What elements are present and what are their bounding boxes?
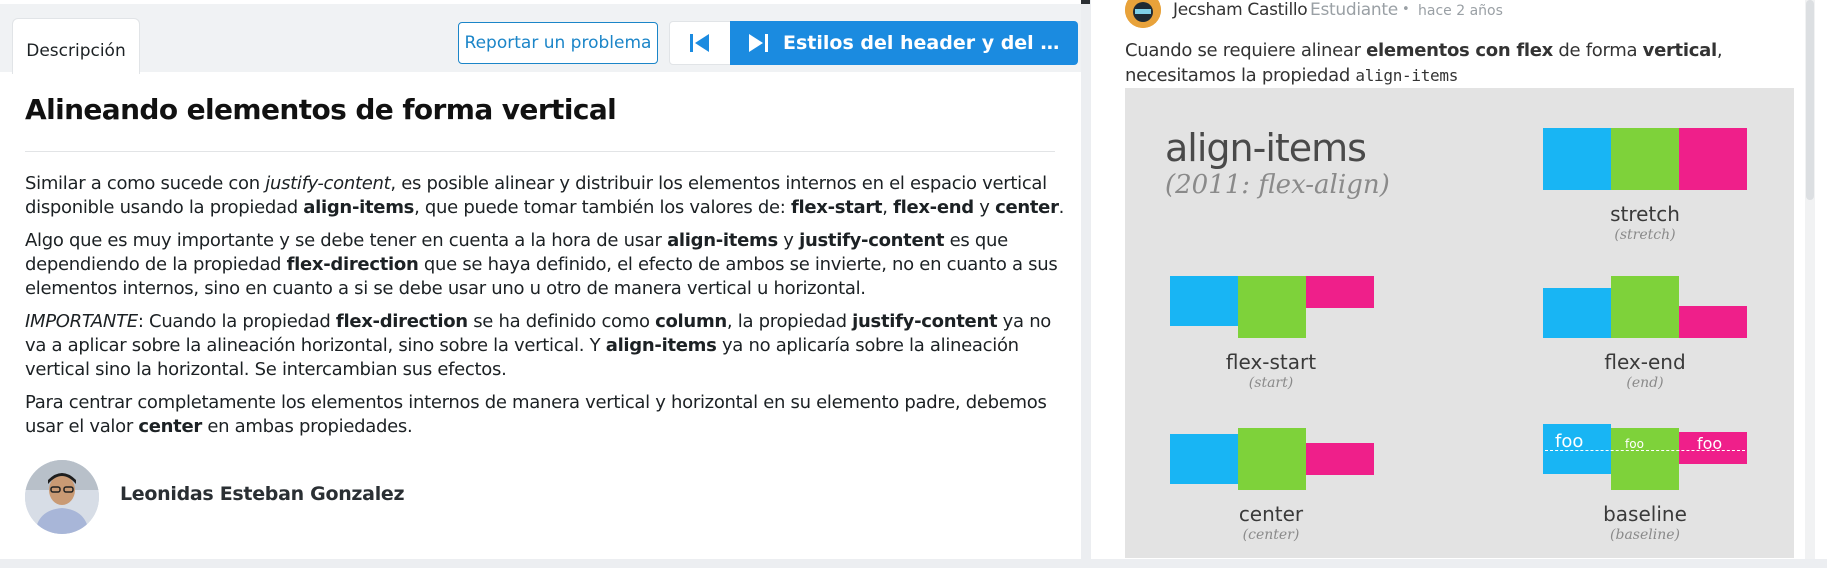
bold-text: center [138, 416, 202, 437]
tab-descripcion[interactable]: Descripción [12, 18, 140, 74]
bold-text: column [655, 311, 727, 332]
caption-sub: (baseline) [1610, 527, 1680, 543]
text-run: , que puede tomar también los valores de… [414, 197, 791, 218]
scrollbar-thumb[interactable] [1806, 0, 1814, 200]
flexend-box-green [1611, 276, 1679, 338]
next-lesson-button[interactable]: Estilos del header y del menú... [730, 21, 1078, 65]
stretch-box-cyan [1543, 128, 1611, 190]
caption-sub: (end) [1626, 375, 1664, 391]
stretch-box-pink [1679, 128, 1747, 190]
center-box-green [1238, 428, 1306, 490]
baseline-label-pink: foo [1697, 434, 1723, 453]
baseline-label-cyan: foo [1555, 431, 1584, 452]
previous-lesson-button[interactable] [669, 21, 731, 65]
report-problem-button[interactable]: Reportar un problema [458, 22, 658, 64]
align-items-diagram: align-items (2011: flex-align) stretch (… [1125, 88, 1794, 558]
bold-text: elementos con flex [1366, 40, 1553, 61]
skip-next-icon [749, 34, 768, 52]
caption-main: center [1238, 502, 1304, 526]
text-run: Algo que es muy importante y se debe ten… [25, 230, 668, 251]
caption-main: flex-end [1604, 350, 1686, 374]
caption-main: stretch [1610, 202, 1680, 226]
text-run: de forma [1552, 40, 1643, 61]
meta-separator: • [1402, 2, 1410, 17]
bold-text: flex-direction [335, 311, 468, 332]
text-run: : Cuando la propiedad [137, 311, 336, 332]
caption-center: center (center) [1171, 502, 1371, 543]
diagram-title: align-items [1165, 126, 1367, 170]
bold-text: flex-direction [286, 254, 419, 275]
caption-sub: (start) [1248, 375, 1294, 391]
italic-text: IMPORTANTE [25, 311, 138, 332]
center-box-pink [1306, 443, 1374, 475]
text-run: . [1058, 197, 1065, 218]
lesson-paragraph-1: Similar a como sucede con justify-conten… [25, 172, 1065, 220]
lesson-title: Alineando elementos de forma vertical [25, 93, 617, 126]
skip-previous-icon [690, 34, 709, 52]
bold-text: flex-end [893, 197, 974, 218]
lesson-tab-bar: Descripción Reportar un problema Estilos… [0, 4, 1081, 74]
flexstart-box-green [1238, 276, 1306, 338]
diagram-subtitle: (2011: flex-align) [1165, 170, 1390, 200]
commenter-name[interactable]: Jecsham Castillo [1173, 0, 1308, 20]
caption-baseline: baseline (baseline) [1545, 502, 1745, 543]
bold-text: align-items [667, 230, 778, 251]
baseline-label-green: foo [1625, 437, 1644, 451]
text-run: en ambas propiedades. [201, 416, 413, 437]
flexend-box-pink [1679, 306, 1747, 338]
comment-text: Cuando se requiere alinear elementos con… [1125, 38, 1765, 88]
bold-text: align-items [605, 335, 717, 356]
text-run: se ha definido como [467, 311, 656, 332]
bold-text: align-items [303, 197, 415, 218]
caption-stretch: stretch (stretch) [1545, 202, 1745, 243]
baseline-box-green [1611, 428, 1679, 490]
next-lesson-label: Estilos del header y del menú... [783, 32, 1073, 54]
bold-text: center [995, 197, 1059, 218]
flexstart-box-cyan [1170, 276, 1238, 326]
commenter-role: Estudiante [1310, 0, 1398, 20]
text-run: Similar a como sucede con [25, 173, 266, 194]
bottom-edge [0, 559, 1827, 568]
bold-text: justify-content [852, 311, 998, 332]
flexstart-box-pink [1306, 276, 1374, 308]
comment-time: hace 2 años [1418, 3, 1503, 19]
italic-text: justify-content [265, 173, 391, 194]
lesson-paragraph-4: Para centrar completamente los elementos… [25, 391, 1065, 439]
bold-text: flex-start [790, 197, 883, 218]
text-run: , la propiedad [726, 311, 853, 332]
text-run: Cuando se requiere alinear [1125, 40, 1367, 61]
lesson-paragraph-2: Algo que es muy importante y se debe ten… [25, 229, 1065, 301]
author-avatar[interactable] [25, 460, 99, 534]
author-name[interactable]: Leonidas Esteban Gonzalez [120, 483, 405, 505]
title-divider [25, 151, 1055, 152]
text-run: , [882, 197, 894, 218]
caption-sub: (center) [1242, 527, 1300, 543]
caption-flex-end: flex-end (end) [1545, 350, 1745, 391]
center-box-cyan [1170, 434, 1238, 484]
stretch-box-green [1611, 128, 1679, 190]
caption-main: baseline [1603, 502, 1687, 526]
caption-main: flex-start [1225, 350, 1317, 374]
bold-text: vertical [1642, 40, 1717, 61]
author-photo-icon [25, 460, 99, 534]
caption-sub: (stretch) [1614, 227, 1676, 243]
caption-flex-start: flex-start (start) [1171, 350, 1371, 391]
flexend-box-cyan [1543, 288, 1611, 338]
text-run: y [777, 230, 800, 251]
lesson-paragraph-3: IMPORTANTE: Cuando la propiedad flex-dir… [25, 310, 1065, 382]
code-text: align-items [1355, 66, 1459, 85]
text-run: y [973, 197, 996, 218]
bold-text: justify-content [799, 230, 945, 251]
